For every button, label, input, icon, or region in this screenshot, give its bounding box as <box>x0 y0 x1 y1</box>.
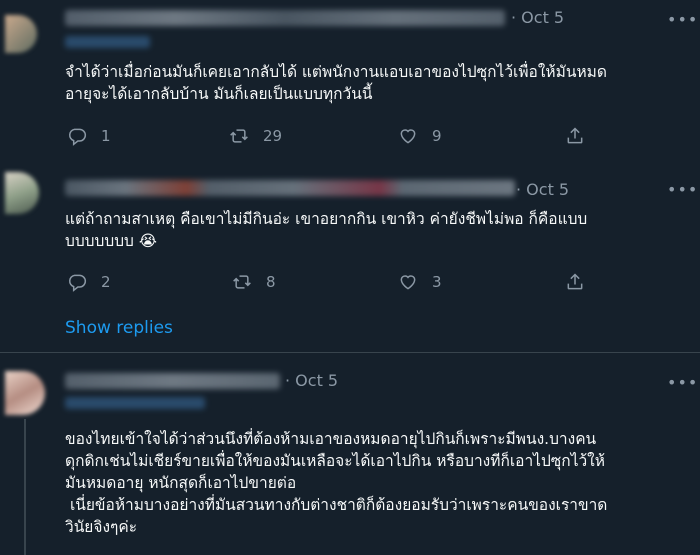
username-handle <box>65 36 150 48</box>
retweet-icon <box>233 275 251 289</box>
display-name[interactable] <box>65 10 505 26</box>
like-button[interactable]: 3 <box>398 272 442 292</box>
reply-button[interactable]: 2 <box>67 272 111 292</box>
share-icon <box>567 273 583 290</box>
display-name[interactable] <box>65 373 280 389</box>
retweet-button[interactable]: 8 <box>232 272 276 292</box>
tweet-text: จำได้ว่าเมื่อก่อนมันก็เคยเอากลับได้ แต่พ… <box>65 63 607 103</box>
tweet-text: ของไทยเข้าใจได้ว่าส่วนนึงที่ต้องห้ามเอาข… <box>65 430 608 536</box>
more-icon[interactable]: ••• <box>667 12 697 28</box>
like-count: 9 <box>432 127 442 145</box>
tweet-date[interactable]: · Oct 5 <box>516 180 569 199</box>
share-button[interactable] <box>565 126 585 146</box>
share-button[interactable] <box>565 272 585 292</box>
tweet-date[interactable]: · Oct 5 <box>285 371 338 390</box>
avatar[interactable] <box>5 371 45 415</box>
retweet-icon <box>230 129 248 143</box>
reply-button[interactable]: 1 <box>67 126 111 146</box>
like-icon <box>400 129 416 144</box>
thread-line <box>24 419 26 555</box>
reply-icon <box>69 128 87 146</box>
more-icon[interactable]: ••• <box>667 375 697 391</box>
reply-count: 1 <box>101 127 111 145</box>
like-count: 3 <box>432 273 442 291</box>
tweet-date[interactable]: · Oct 5 <box>511 8 564 27</box>
like-icon <box>400 275 416 290</box>
avatar[interactable] <box>5 172 39 214</box>
show-replies-link[interactable]: Show replies <box>65 318 173 338</box>
avatar[interactable] <box>5 15 37 53</box>
retweet-button[interactable]: 29 <box>229 126 282 146</box>
like-button[interactable]: 9 <box>398 126 442 146</box>
retweet-count: 8 <box>266 273 276 291</box>
reply-icon <box>69 274 87 292</box>
username-handle <box>65 397 205 409</box>
tweet-text: แต่ถ้าถามสาเหตุ คือเขาไม่มีกินอ่ะ เขาอยา… <box>65 210 588 250</box>
reply-count: 2 <box>101 273 111 291</box>
more-icon[interactable]: ••• <box>667 182 697 198</box>
tweet-1[interactable]: · Oct 5 ••• จำได้ว่าเมื่อก่อนมันก็เคยเอา… <box>0 0 700 160</box>
share-icon <box>567 127 583 144</box>
tweet-3[interactable]: · Oct 5 ••• ของไทยเข้าใจได้ว่าส่วนนึงที่… <box>0 353 700 555</box>
display-name[interactable] <box>65 180 515 196</box>
retweet-count: 29 <box>263 127 283 145</box>
